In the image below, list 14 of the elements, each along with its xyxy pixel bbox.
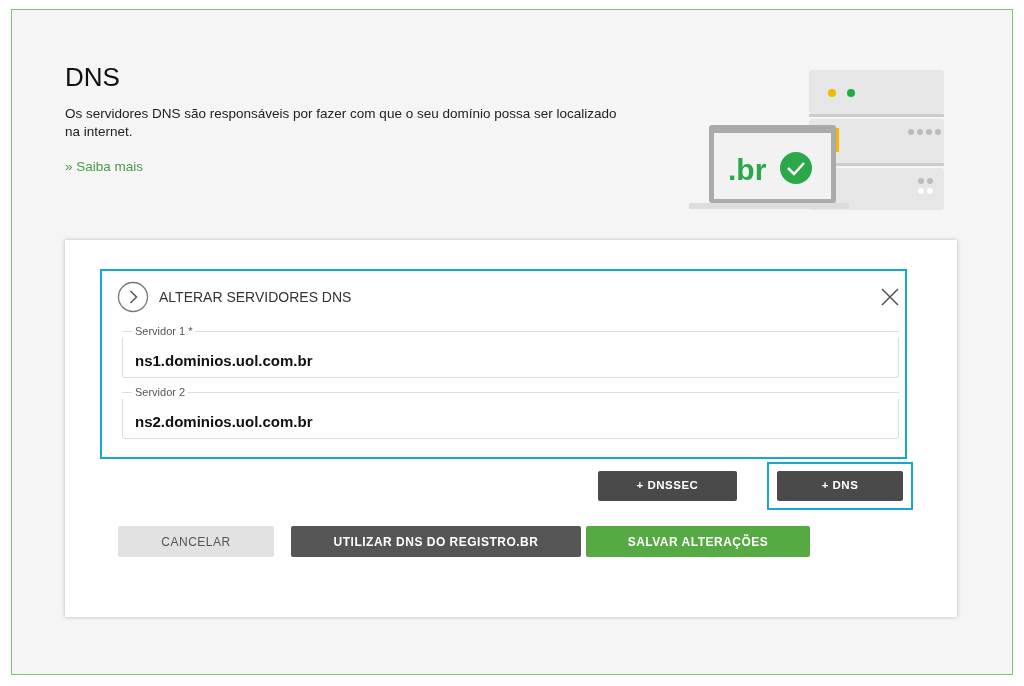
- server-field[interactable]: ns2.dominios.uol.com.br: [122, 399, 899, 439]
- server-field[interactable]: ns1.dominios.uol.com.br: [122, 338, 899, 378]
- page-title: DNS: [65, 62, 121, 94]
- logo-text: .br: [728, 153, 767, 186]
- add-button[interactable]: + DNS: [777, 471, 903, 501]
- page-description: Os servidores DNS são responsáveis por fazer com que o seu domínio possa ser localizado na internet.: [65, 105, 618, 141]
- field-label: Servidor 1 *: [134, 325, 194, 338]
- registry-dns-button[interactable]: UTILIZAR DNS DO REGISTRO.BR: [291, 526, 581, 557]
- chevron-right-icon[interactable]: [117, 281, 149, 313]
- add-button[interactable]: + DNSSEC: [598, 471, 737, 501]
- field-label: Servidor 2: [134, 386, 187, 399]
- close-icon[interactable]: [881, 288, 899, 306]
- cancel-button[interactable]: CANCELAR: [118, 526, 274, 557]
- panel-title: ALTERAR SERVIDORES DNS: [159, 287, 353, 307]
